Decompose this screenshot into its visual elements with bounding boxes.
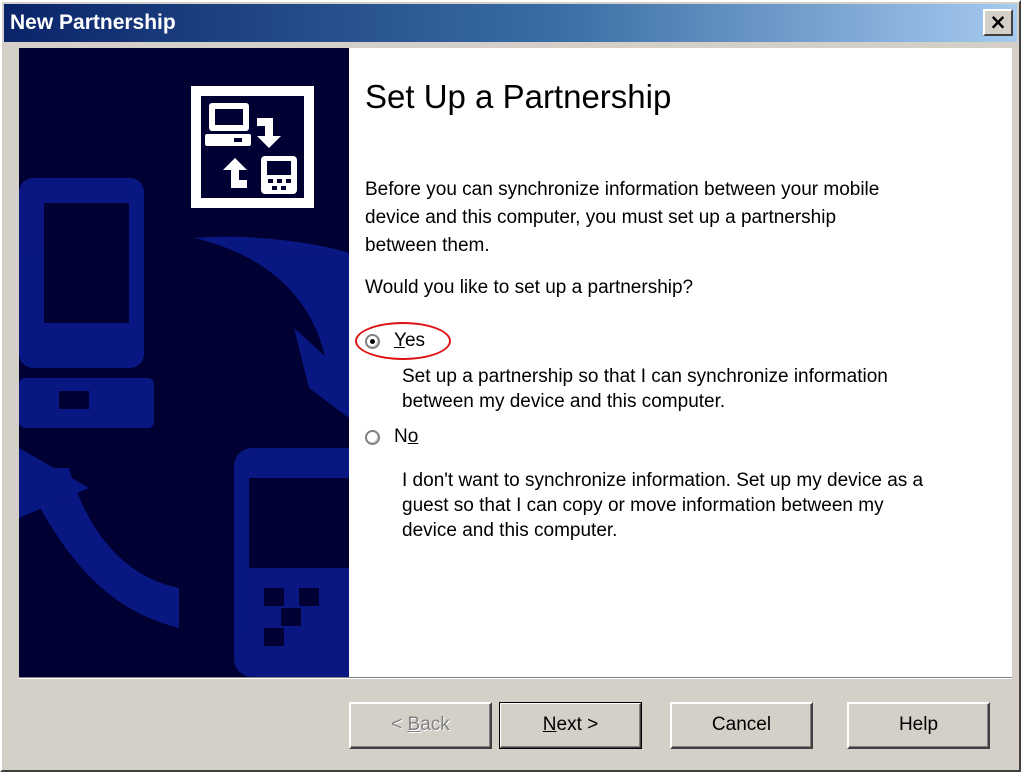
cancel-button[interactable]: Cancel [670,702,813,749]
close-icon: × [989,10,1007,34]
window-title: New Partnership [10,11,176,34]
radio-yes-indicator[interactable] [365,333,380,349]
title-bar[interactable]: New Partnership × [4,4,1017,42]
intro-description: Before you can synchronize information b… [365,179,880,256]
back-button[interactable]: < Back [349,702,492,749]
radio-no-label[interactable]: No [394,426,418,448]
new-partnership-dialog: New Partnership × Set Up a Partnership B… [0,0,1021,772]
page-title: Set Up a Partnership [365,78,672,115]
sidebar-artwork [19,86,349,677]
radio-yes[interactable]: Yes [365,326,425,356]
sync-computer-device-icon [191,86,314,208]
radio-yes-description: Set up a partnership so that I can synch… [402,366,888,412]
radio-yes-label[interactable]: Yes [394,330,425,352]
radio-no[interactable]: No [365,422,418,452]
next-button[interactable]: Next > [499,702,642,749]
help-button[interactable]: Help [847,702,990,749]
close-button[interactable]: × [983,9,1013,36]
radio-no-indicator[interactable] [365,429,380,445]
wizard-content-panel: Set Up a Partnership Before you can sync… [349,48,1012,677]
footer-divider-highlight [19,678,1012,679]
partnership-question: Would you like to set up a partnership? [365,277,694,298]
wizard-sidebar-banner [19,48,349,677]
radio-no-description: I don't want to synchronize information.… [402,470,924,541]
